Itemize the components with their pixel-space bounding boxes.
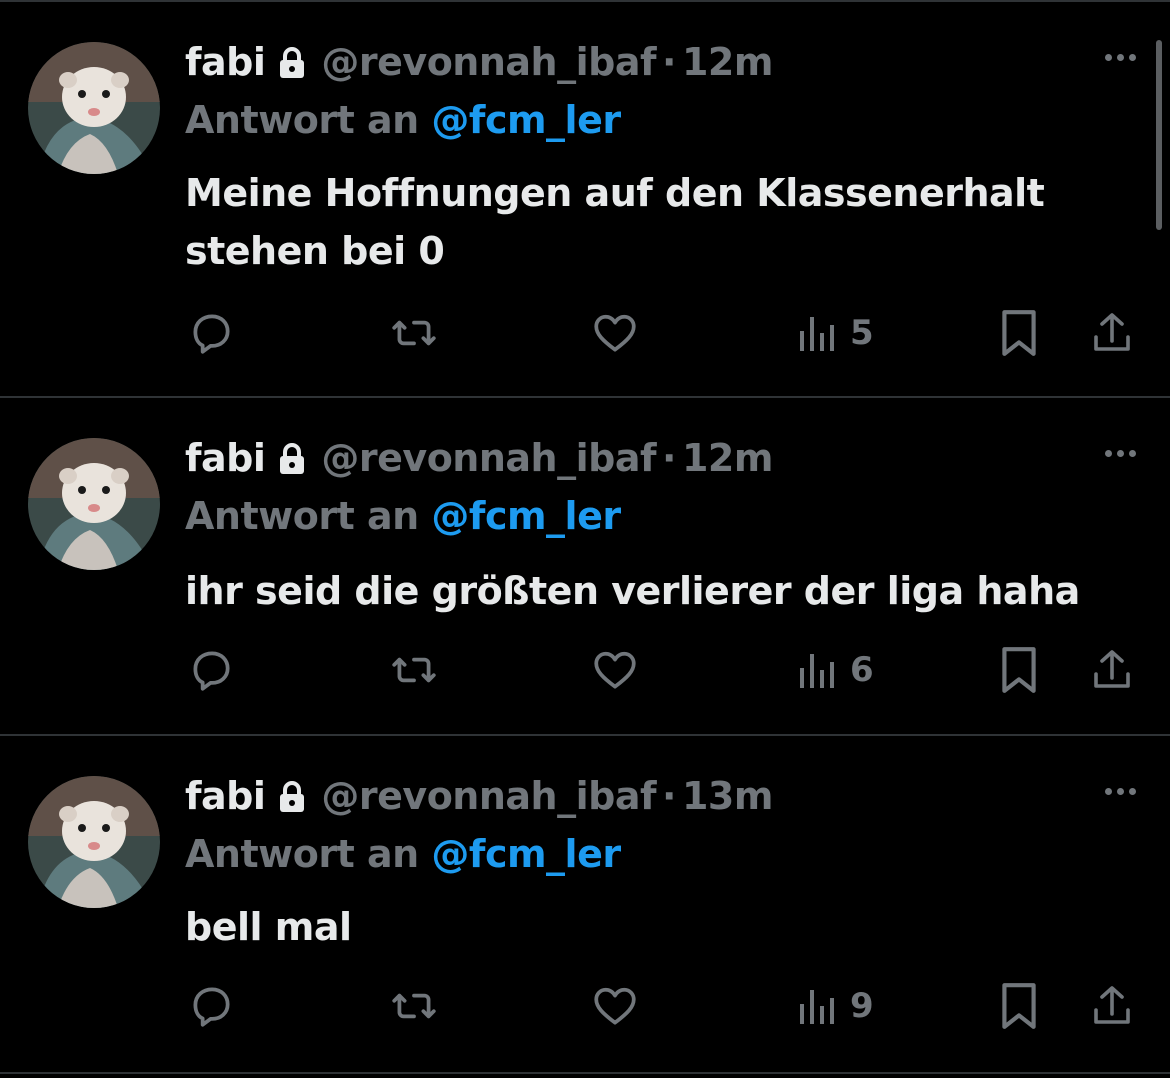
action-bar: 6 <box>0 640 1170 700</box>
share-icon <box>1094 313 1130 351</box>
retweet-icon <box>392 993 436 1019</box>
display-name[interactable]: fabi <box>185 774 266 818</box>
like-button[interactable] <box>590 976 640 1036</box>
tweet[interactable]: fabi @revonnah_ibaf · 12m Antwort an @fc… <box>0 398 1170 736</box>
share-button[interactable] <box>1088 976 1136 1036</box>
retweet-button[interactable] <box>388 640 440 700</box>
views-count: 9 <box>850 986 874 1026</box>
reply-prefix: Antwort an <box>185 98 419 142</box>
reply-icon <box>193 651 230 691</box>
share-icon <box>1094 986 1130 1024</box>
user-handle[interactable]: @revonnah_ibaf <box>321 436 656 480</box>
reply-icon <box>193 987 230 1027</box>
tweet-text: bell mal <box>185 905 352 949</box>
tweet-text: Meine Hoffnungen auf den Klassenerhalt s… <box>185 171 1045 273</box>
heart-icon <box>594 987 636 1025</box>
more-icon[interactable] <box>1105 450 1136 457</box>
bookmark-icon <box>1002 647 1036 693</box>
heart-icon <box>594 651 636 689</box>
timestamp[interactable]: 12m <box>682 436 773 480</box>
views-button[interactable]: 6 <box>796 640 874 700</box>
reply-prefix: Antwort an <box>185 832 419 876</box>
action-bar: 9 <box>0 976 1170 1036</box>
bookmark-icon <box>1002 310 1036 356</box>
lock-icon <box>277 45 307 79</box>
share-button[interactable] <box>1088 640 1136 700</box>
reply-context: Antwort an @fcm_ler <box>185 832 621 876</box>
lock-icon <box>277 441 307 475</box>
share-icon <box>1094 650 1130 688</box>
reply-context: Antwort an @fcm_ler <box>185 98 621 142</box>
reply-button[interactable] <box>186 976 236 1036</box>
avatar[interactable] <box>28 776 160 908</box>
timestamp[interactable]: 12m <box>682 40 773 84</box>
like-button[interactable] <box>590 303 640 363</box>
reply-icon <box>193 314 230 354</box>
separator-dot: · <box>662 40 676 84</box>
heart-icon <box>594 314 636 352</box>
user-handle[interactable]: @revonnah_ibaf <box>321 40 656 84</box>
views-icon <box>800 990 834 1024</box>
tweet-text: ihr seid die größten verlierer der liga … <box>185 569 1080 613</box>
reply-prefix: Antwort an <box>185 494 419 538</box>
retweet-button[interactable] <box>388 303 440 363</box>
share-button[interactable] <box>1088 303 1136 363</box>
views-icon <box>800 654 834 688</box>
avatar[interactable] <box>28 438 160 570</box>
retweet-button[interactable] <box>388 976 440 1036</box>
display-name[interactable]: fabi <box>185 436 266 480</box>
views-count: 6 <box>850 650 874 690</box>
more-icon[interactable] <box>1105 54 1136 61</box>
separator-dot: · <box>662 774 676 818</box>
reply-target-link[interactable]: @fcm_ler <box>431 494 621 538</box>
tweet[interactable]: fabi @revonnah_ibaf · 12m Antwort an @fc… <box>0 2 1170 398</box>
timestamp[interactable]: 13m <box>682 774 773 818</box>
display-name[interactable]: fabi <box>185 40 266 84</box>
reply-target-link[interactable]: @fcm_ler <box>431 98 621 142</box>
lock-icon <box>277 779 307 813</box>
more-icon[interactable] <box>1105 788 1136 795</box>
avatar[interactable] <box>28 42 160 174</box>
views-button[interactable]: 9 <box>796 976 874 1036</box>
reply-button[interactable] <box>186 303 236 363</box>
views-button[interactable]: 5 <box>796 303 874 363</box>
reply-button[interactable] <box>186 640 236 700</box>
bookmark-button[interactable] <box>998 640 1040 700</box>
retweet-icon <box>392 320 436 346</box>
reply-target-link[interactable]: @fcm_ler <box>431 832 621 876</box>
action-bar: 5 <box>0 303 1170 363</box>
views-count: 5 <box>850 313 874 353</box>
tweet[interactable]: fabi @revonnah_ibaf · 13m Antwort an @fc… <box>0 736 1170 1074</box>
retweet-icon <box>392 657 436 683</box>
views-icon <box>800 317 834 351</box>
bookmark-button[interactable] <box>998 303 1040 363</box>
reply-context: Antwort an @fcm_ler <box>185 494 621 538</box>
like-button[interactable] <box>590 640 640 700</box>
separator-dot: · <box>662 436 676 480</box>
user-handle[interactable]: @revonnah_ibaf <box>321 774 656 818</box>
bookmark-button[interactable] <box>998 976 1040 1036</box>
bookmark-icon <box>1002 983 1036 1029</box>
